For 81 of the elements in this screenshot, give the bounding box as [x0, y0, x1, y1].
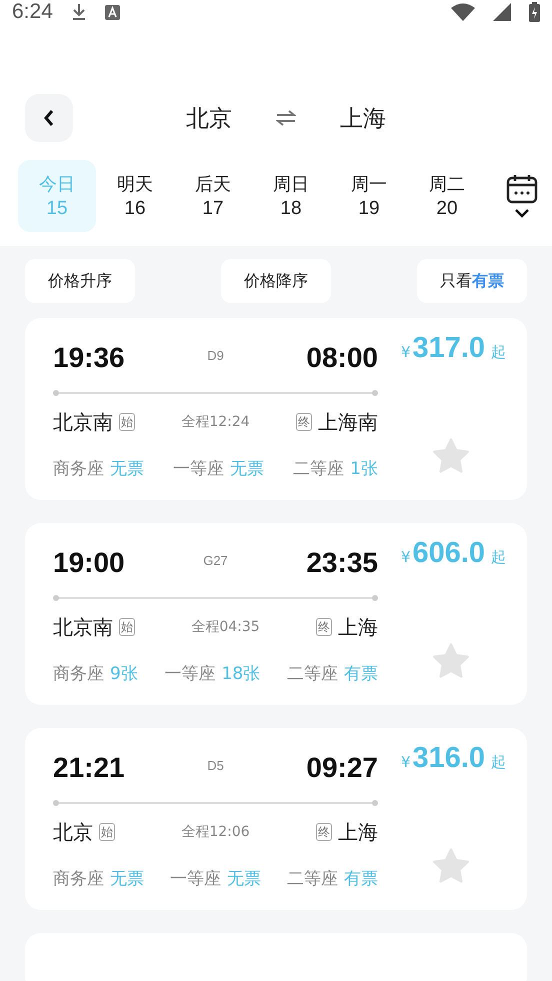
seat-availability: 有票 — [344, 662, 378, 684]
calendar-icon — [506, 174, 538, 204]
seat-availability: 无票 — [227, 868, 261, 890]
departure-station: 北京南 — [53, 614, 113, 640]
seat-availability: 9张 — [110, 662, 138, 684]
date-tab[interactable]: 后天 17 — [174, 160, 252, 232]
currency-sign: ¥ — [400, 548, 410, 566]
duration-text: 全程12:24 — [181, 413, 250, 431]
back-button[interactable] — [25, 94, 73, 142]
start-tag: 始 — [119, 618, 135, 636]
arrival-time: 09:27 — [306, 752, 378, 784]
chevron-down-icon — [514, 208, 530, 218]
seat-availability: 有票 — [344, 868, 378, 890]
train-number: D5 — [207, 758, 224, 772]
seat-class: 商务座 — [53, 458, 104, 480]
departure-station: 北京 — [53, 818, 93, 846]
ticket-price: 606.0 — [412, 537, 486, 570]
currency-sign: ¥ — [400, 753, 410, 771]
ticket-price: 316.0 — [412, 742, 486, 775]
duration-text: 全程04:35 — [191, 618, 260, 636]
arrival-station: 上海 — [338, 818, 378, 846]
price-suffix: 起 — [491, 548, 506, 567]
end-tag: 终 — [316, 618, 332, 636]
train-number: G27 — [203, 552, 228, 568]
sort-button[interactable]: 价格升序 — [25, 259, 135, 303]
seat-class: 一等座 — [173, 458, 224, 480]
seat-class: 二等座 — [293, 458, 344, 480]
departure-city: 北京 — [186, 104, 232, 134]
star-icon — [432, 848, 470, 884]
sort-button[interactable]: 只看有票 — [417, 259, 527, 303]
signal-icon — [493, 3, 511, 21]
seat-availability: 1张 — [350, 458, 378, 480]
date-tab[interactable]: 明天 16 — [96, 160, 174, 232]
departure-time: 21:21 — [53, 752, 125, 784]
start-tag: 始 — [99, 823, 115, 841]
departure-time: 19:36 — [53, 342, 125, 374]
start-tag: 始 — [119, 413, 135, 431]
battery-icon — [529, 2, 540, 22]
seat-availability: 无票 — [230, 458, 264, 480]
departure-time: 19:00 — [53, 547, 125, 579]
download-icon — [70, 3, 87, 21]
train-card[interactable]: 19:36 D9 08:00 北京南 始 全程12:24 终 上海南 商务座 无票 一等座 无票 二等座 1张 ¥317.0 起 — [25, 318, 527, 500]
star-icon — [432, 643, 470, 679]
wifi-icon — [451, 3, 475, 21]
seat-class: 一等座 — [170, 868, 221, 890]
arrival-station: 上海 — [338, 614, 378, 640]
arrival-time: 08:00 — [306, 342, 378, 374]
keyboard-app-icon — [104, 4, 120, 20]
ticket-price: 317.0 — [412, 332, 486, 365]
train-number: D9 — [207, 348, 224, 362]
date-tab[interactable]: 周一 19 — [330, 160, 408, 232]
seat-class: 商务座 — [53, 868, 104, 890]
departure-station: 北京南 — [53, 408, 113, 436]
train-card[interactable]: 19:00 G27 23:35 北京南 始 全程04:35 终 上海 商务座 9张 一等座 18张 二等座 有票 ¥606.0 起 — [25, 523, 527, 705]
price-suffix: 起 — [491, 753, 506, 772]
sort-button[interactable]: 价格降序 — [221, 259, 331, 303]
seat-class: 商务座 — [53, 662, 104, 684]
seat-availability: 无票 — [110, 458, 144, 480]
train-card[interactable]: 21:21 D5 09:27 北京 始 全程12:06 终 上海 商务座 无票 一等座 无票 二等座 有票 ¥316.0 起 — [25, 728, 527, 910]
arrival-time: 23:35 — [306, 547, 378, 579]
favorite-button[interactable] — [432, 643, 470, 679]
end-tag: 终 — [316, 823, 332, 841]
seat-availability: 无票 — [110, 868, 144, 890]
date-tab[interactable]: 周二 20 — [408, 160, 486, 232]
seat-availability: 18张 — [222, 662, 260, 684]
arrival-station: 上海南 — [318, 408, 378, 436]
seat-class: 二等座 — [287, 662, 338, 684]
end-tag: 终 — [296, 413, 312, 431]
status-time: 6:24 — [12, 0, 53, 24]
arrival-city: 上海 — [340, 104, 386, 134]
star-icon — [432, 438, 470, 474]
swap-icon[interactable] — [276, 110, 296, 126]
seat-class: 一等座 — [164, 662, 216, 684]
favorite-button[interactable] — [432, 848, 470, 884]
seat-class: 二等座 — [287, 868, 338, 890]
currency-sign: ¥ — [400, 343, 410, 361]
favorite-button[interactable] — [432, 438, 470, 474]
date-tab[interactable]: 周日 18 — [252, 160, 330, 232]
duration-text: 全程12:06 — [181, 823, 250, 841]
back-icon — [43, 109, 55, 127]
price-suffix: 起 — [491, 343, 506, 362]
